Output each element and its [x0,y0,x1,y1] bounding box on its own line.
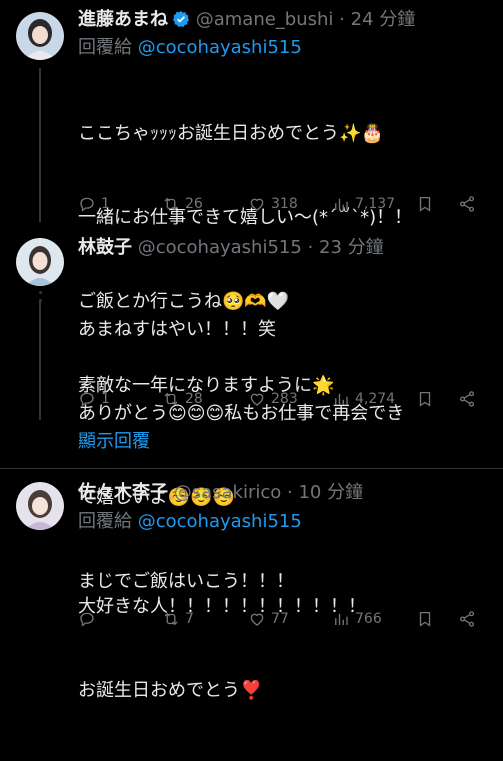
tweet-line: お誕生日おめでとう❣️ [78,680,263,701]
like-count: 283 [271,391,298,407]
share-button[interactable] [458,192,476,216]
reply-icon [80,612,94,627]
retweet-icon [164,612,178,626]
views-chart-icon [335,393,348,405]
tweet-header: 林鼓子 @cocohayashi515 · 23 分鐘 [78,236,384,260]
retweet-icon [164,197,178,211]
verified-badge-icon [172,10,190,28]
views-chart-icon [335,198,348,210]
like-count: 77 [271,611,289,627]
bookmark-button[interactable] [416,192,434,216]
reply-count: 1 [101,196,110,212]
tweet-header: 進藤あまね @amane_bushi · 24 分鐘 [78,8,415,32]
tweet[interactable]: 佐々木李子 @sasakirico · 10 分鐘 回覆給 @cocohayas… [0,469,503,701]
bookmark-button[interactable] [416,387,434,411]
reply-button[interactable] [78,607,101,631]
timestamp[interactable]: · 10 分鐘 [287,482,363,503]
tweet[interactable]: 林鼓子 @cocohayashi515 · 23 分鐘 あまねすはやい！！！笑 … [0,230,503,592]
retweet-count: 28 [185,391,203,407]
timestamp[interactable]: · 23 分鐘 [308,237,384,258]
share-button[interactable] [458,387,476,411]
views-count: 7,137 [355,196,396,212]
like-button[interactable]: 318 [248,192,298,216]
retweet-button[interactable]: 28 [162,387,203,411]
avatar[interactable] [16,238,64,286]
tweet-line: あまねすはやい！！！笑 [78,319,276,340]
heart-icon [250,393,264,406]
like-button[interactable]: 77 [248,607,289,631]
bookmark-icon [419,611,431,627]
share-icon [459,196,475,212]
reply-prefix: 回覆給 [78,511,138,532]
views-button[interactable]: 7,137 [332,192,395,216]
retweet-count: 26 [185,196,203,212]
like-count: 318 [271,196,298,212]
tweet-actions: 1 26 318 7,137 [78,192,488,216]
heart-icon [250,198,264,211]
reply-icon [80,197,94,212]
display-name[interactable]: 佐々木李子 [78,482,168,503]
bookmark-button[interactable] [416,607,434,631]
reply-context: 回覆給 @cocohayashi515 [78,510,302,534]
share-button[interactable] [458,607,476,631]
display-name[interactable]: 進藤あまね [78,9,168,30]
show-replies-link[interactable]: 顯示回覆 [78,427,150,453]
reply-to-link[interactable]: @cocohayashi515 [138,37,302,58]
views-button[interactable]: 766 [332,607,382,631]
tweet-actions: 7 77 766 [78,607,488,631]
retweet-count: 7 [185,611,194,627]
tweet-text: 大好きな人！！！！！！！！！！！ お誕生日おめでとう❣️ [78,537,366,761]
reply-button[interactable]: 1 [78,192,110,216]
reply-prefix: 回覆給 [78,37,138,58]
share-icon [459,391,475,407]
reply-button[interactable]: 1 [78,387,110,411]
like-button[interactable]: 283 [248,387,298,411]
reply-context: 回覆給 @cocohayashi515 [78,36,302,60]
views-chart-icon [335,613,348,625]
avatar[interactable] [16,482,64,530]
retweet-button[interactable]: 7 [162,607,194,631]
tweet[interactable]: 進藤あまね @amane_bushi · 24 分鐘 回覆給 @cocohaya… [0,0,503,396]
avatar[interactable] [16,12,64,60]
retweet-icon [164,392,178,406]
handle[interactable]: @sasakirico [174,482,282,503]
timestamp[interactable]: · 24 分鐘 [339,9,415,30]
display-name[interactable]: 林鼓子 [78,237,132,258]
views-count: 4,274 [355,391,396,407]
handle[interactable]: @cocohayashi515 [138,237,302,258]
views-count: 766 [355,611,382,627]
reply-icon [80,392,94,407]
bookmark-icon [419,196,431,212]
reply-to-link[interactable]: @cocohayashi515 [138,511,302,532]
views-button[interactable]: 4,274 [332,387,395,411]
tweet-header: 佐々木李子 @sasakirico · 10 分鐘 [78,481,363,505]
share-icon [459,611,475,627]
retweet-button[interactable]: 26 [162,192,203,216]
tweet-actions: 1 28 283 4,274 [78,387,488,411]
tweet-line: ここちゃｯｯｯお誕生日おめでとう✨🎂 [78,123,384,144]
handle[interactable]: @amane_bushi [196,9,334,30]
bookmark-icon [419,391,431,407]
reply-count: 1 [101,391,110,407]
heart-icon [250,613,264,626]
